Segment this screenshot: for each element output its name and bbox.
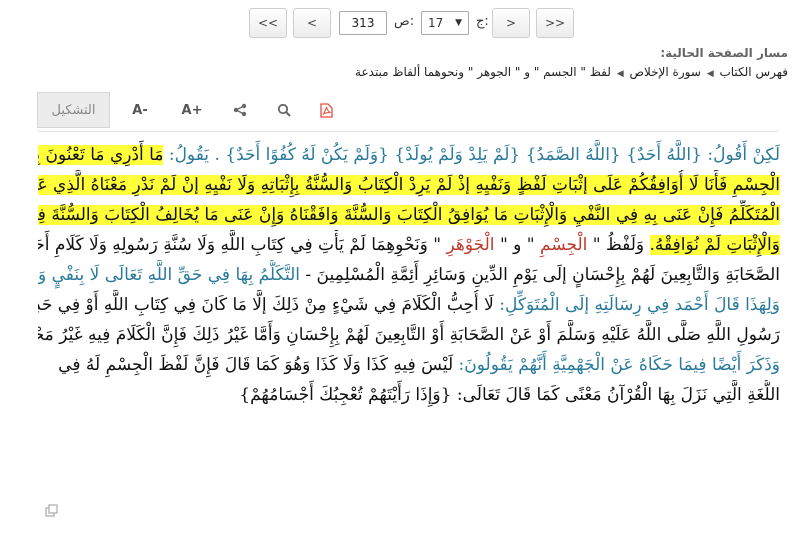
- content-text: اللُّغَةِ الَّتِي نَزَلَ بِهَا الْقُرْآن…: [239, 385, 780, 405]
- highlighted-text: مَا أَدْرِي مَا تَعْنُونَ بِلَفْظِ: [38, 145, 164, 165]
- search-button[interactable]: [272, 92, 296, 128]
- first-page-button[interactable]: <<: [249, 8, 287, 38]
- breadcrumb-item[interactable]: سورة الإخلاص: [629, 65, 700, 79]
- book-content: لَكِنْ أَقُولُ: {اللَّهُ أَحَدٌ} {اللَّه…: [38, 140, 780, 410]
- share-button[interactable]: [228, 92, 252, 128]
- breadcrumb-item[interactable]: فهرس الكتاب: [719, 65, 788, 79]
- highlighted-text: وَالْإِثْبَاتِ لَمْ نُوَافِقْهُ.: [649, 235, 780, 255]
- next-page-label: >: [505, 16, 517, 30]
- content-text: لَكِنْ أَقُولُ: {اللَّهُ أَحَدٌ} {اللَّه…: [168, 145, 780, 165]
- content-line: اللُّغَةِ الَّتِي نَزَلَ بِهَا الْقُرْآن…: [38, 380, 780, 410]
- content-text: رَسُولِ اللَّهِ صَلَّى اللَّهُ عَلَيْهِ …: [38, 325, 780, 345]
- breadcrumb-separator-icon: ◀: [706, 69, 714, 79]
- page-number-input[interactable]: [339, 11, 387, 35]
- first-page-label: <<: [257, 16, 279, 30]
- page-navigation: << < ص: 17 ▼ ج: > >>: [0, 8, 810, 40]
- content-line: الْمُتَكَلِّمُ فَإِنْ عَنَى بِهِ فِي الن…: [38, 200, 780, 230]
- breadcrumb-item[interactable]: لفظ " الجسم " و " الجوهر " ونحوهما ألفاظ…: [355, 65, 611, 79]
- content-text: وَلَفْظُ ": [592, 235, 645, 255]
- blue-text: التَّكَلُّمُ بِهَا فِي حَقِّ اللَّهِ تَع…: [38, 265, 300, 285]
- content-text: " وَنَحْوِهِمَا لَمْ يَأْتِ فِي كِتَابِ …: [38, 235, 442, 255]
- content-line: وَالْإِثْبَاتِ لَمْ نُوَافِقْهُ. وَلَفْظ…: [38, 230, 780, 260]
- red-term: الْجَوْهَرِ: [446, 235, 495, 255]
- breadcrumb: فهرس الكتاب ◀ سورة الإخلاص ◀ لفظ " الجسم…: [355, 65, 788, 79]
- tashkeel-button[interactable]: التشكيل: [37, 92, 110, 128]
- font-decrease-label: A-: [132, 102, 148, 118]
- font-increase-label: A+: [181, 102, 203, 118]
- content-line: رَسُولِ اللَّهِ صَلَّى اللَّهُ عَلَيْهِ …: [38, 320, 780, 350]
- search-icon: [277, 103, 291, 117]
- content-text: لَا أُحِبُّ الْكَلَامَ فِي شَيْءٍ مِنْ ذ…: [38, 295, 494, 315]
- share-icon: [233, 103, 247, 117]
- toolbar: التشكيل A- A+: [0, 92, 810, 130]
- prev-page-label: <: [306, 16, 318, 30]
- font-increase-button[interactable]: A+: [180, 92, 204, 128]
- content-line: لَكِنْ أَقُولُ: {اللَّهُ أَحَدٌ} {اللَّه…: [38, 140, 780, 170]
- blue-text: وَلِهَذَا قَالَ أَحْمَد فِي رِسَالَتِهِ …: [499, 295, 780, 315]
- next-page-button[interactable]: >: [492, 8, 530, 38]
- content-line: وَلِهَذَا قَالَ أَحْمَد فِي رِسَالَتِهِ …: [38, 290, 780, 320]
- part-select[interactable]: 17 ▼: [421, 11, 469, 35]
- copy-icon[interactable]: [45, 503, 59, 517]
- part-select-value: 17: [428, 16, 444, 30]
- part-label: ج:: [476, 14, 489, 29]
- highlighted-text: الْمُتَكَلِّمُ فَإِنْ عَنَى بِهِ فِي الن…: [38, 205, 780, 225]
- highlighted-text: الْجِسْمِ فَأَنَا لَا أُوَافِقُكُمْ عَلَ…: [38, 175, 780, 195]
- content-text: " و ": [499, 235, 535, 255]
- content-text: الصَّحَابَةِ وَالتَّابِعِينَ لَهُمْ بِإِ…: [305, 265, 780, 285]
- content-line: الْجِسْمِ فَأَنَا لَا أُوَافِقُكُمْ عَلَ…: [38, 170, 780, 200]
- content-line: وَذَكَرَ أَيْضًا فِيمَا حَكَاهُ عَنْ الْ…: [38, 350, 780, 380]
- breadcrumb-title: مسار الصفحة الحالية:: [660, 46, 788, 60]
- pdf-icon: [319, 102, 333, 118]
- page-label: ص:: [394, 14, 415, 29]
- blue-text: وَذَكَرَ أَيْضًا فِيمَا حَكَاهُ عَنْ الْ…: [458, 355, 780, 375]
- chevron-down-icon: ▼: [455, 18, 462, 28]
- last-page-label: >>: [544, 16, 566, 30]
- font-decrease-button[interactable]: A-: [128, 92, 152, 128]
- pdf-button[interactable]: [314, 92, 338, 128]
- breadcrumb-separator-icon: ◀: [616, 69, 624, 79]
- toolbar-divider: [37, 131, 779, 132]
- prev-page-button[interactable]: <: [293, 8, 331, 38]
- content-line: الصَّحَابَةِ وَالتَّابِعِينَ لَهُمْ بِإِ…: [38, 260, 780, 290]
- tashkeel-label: التشكيل: [51, 102, 96, 118]
- content-text: لَيْسَ فِيهِ كَذَا وَلَا كَذَا وَهُوَ كَ…: [58, 355, 454, 375]
- red-term: الْجِسْمِ: [540, 235, 588, 255]
- last-page-button[interactable]: >>: [536, 8, 574, 38]
